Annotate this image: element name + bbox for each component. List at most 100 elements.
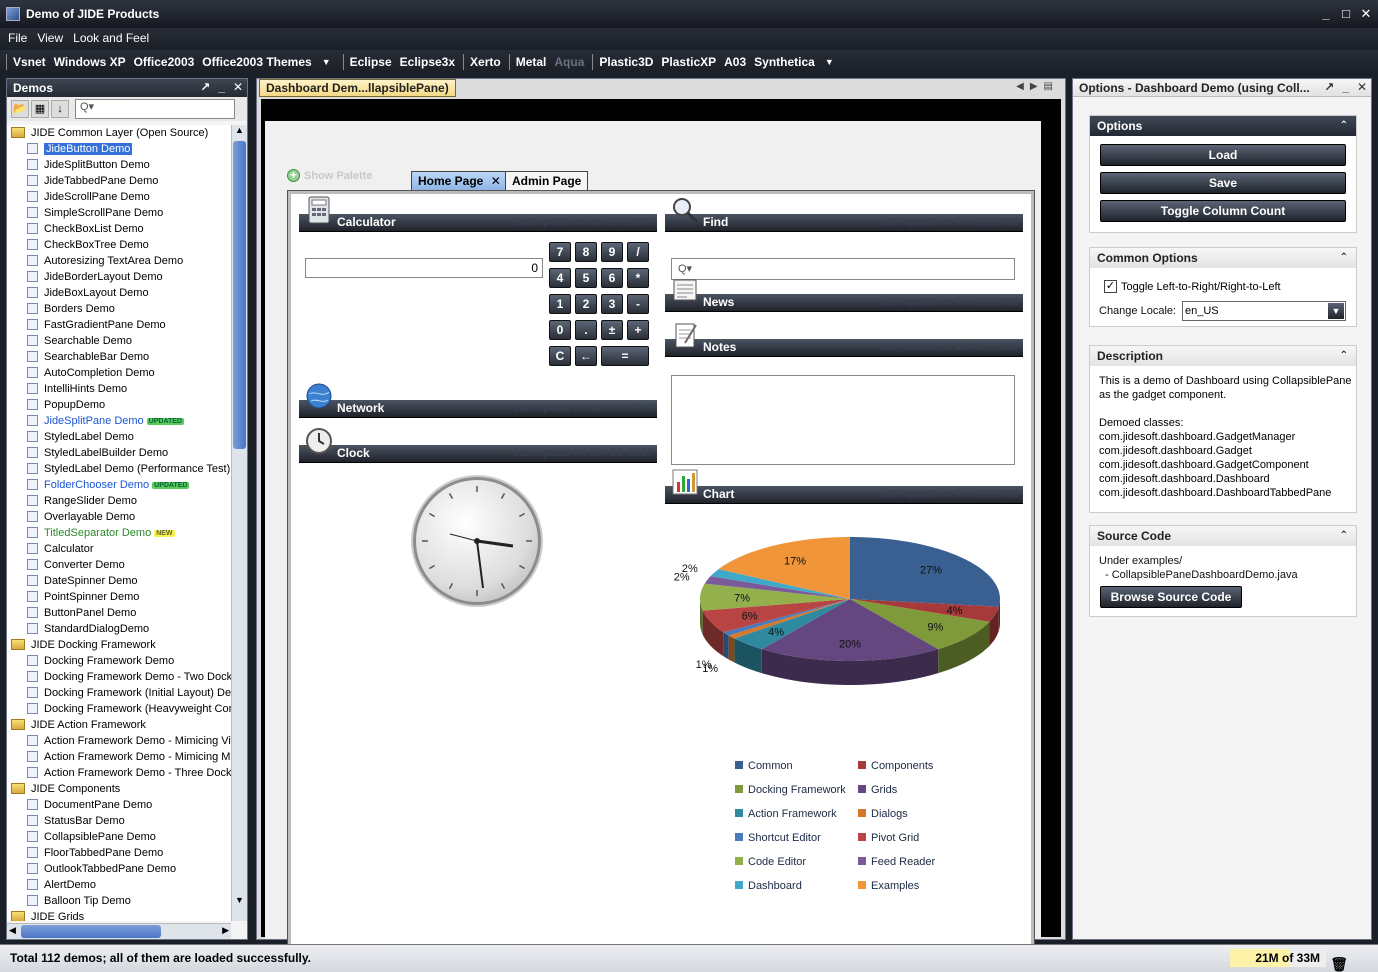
laf-synthetica[interactable]: Synthetica <box>754 55 815 69</box>
notes-header[interactable]: Notes Last update on Jun 16, 2008 <box>665 323 1023 357</box>
hscroll-thumb[interactable] <box>21 925 161 938</box>
tree-item[interactable]: CheckBoxTree Demo <box>7 237 231 253</box>
trash-icon[interactable]: 🗑 <box>1330 951 1348 972</box>
scroll-right-icon[interactable]: ▶ <box>222 925 229 936</box>
laf-eclipse[interactable]: Eclipse <box>350 55 392 69</box>
news-header[interactable]: News Last update on Jun 16, 2008 <box>665 279 1023 312</box>
demos-tree[interactable]: JIDE Common Layer (Open Source) JideButto… <box>7 125 231 921</box>
calculator-header[interactable]: Calculator Last update on Jun 16, 2008 <box>299 196 657 232</box>
toggle-column-count-button[interactable]: Toggle Column Count <box>1100 200 1346 222</box>
tree-item[interactable]: DateSpinner Demo <box>7 573 231 589</box>
tree-item[interactable]: RangeSlider Demo <box>7 493 231 509</box>
tree-item[interactable]: IntelliHints Demo <box>7 381 231 397</box>
tree-item[interactable]: PointSpinner Demo <box>7 589 231 605</box>
laf-vsnet[interactable]: Vsnet <box>13 55 46 69</box>
document-tab-nav[interactable]: ◀▶▤ <box>1016 81 1059 92</box>
checkbox-checked-icon[interactable]: ✓ <box>1104 280 1117 293</box>
tree-item[interactable]: Searchable Demo <box>7 333 231 349</box>
calculator-display[interactable]: 0 <box>305 258 543 278</box>
clock-header[interactable]: Clock Last update on Jun 16, 2008 <box>299 428 657 463</box>
calculator-key[interactable]: 8 <box>575 242 597 262</box>
calculator-key[interactable]: + <box>627 320 649 340</box>
tree-category[interactable]: JIDE Common Layer (Open Source) <box>7 125 231 141</box>
laf-a03[interactable]: A03 <box>724 55 746 69</box>
laf-metal[interactable]: Metal <box>516 55 547 69</box>
browse-source-code-button[interactable]: Browse Source Code <box>1100 586 1242 608</box>
tree-item[interactable]: Docking Framework (Initial Layout) Demo <box>7 685 231 701</box>
tree-item[interactable]: StatusBar Demo <box>7 813 231 829</box>
tree-item[interactable]: JideSplitButton Demo <box>7 157 231 173</box>
calculator-key[interactable]: - <box>627 294 649 314</box>
calculator-key[interactable]: 9 <box>601 242 623 262</box>
calculator-key[interactable]: 2 <box>575 294 597 314</box>
calculator-key[interactable]: 6 <box>601 268 623 288</box>
calculator-key[interactable]: ← <box>575 346 597 366</box>
locale-select[interactable]: en_US ▼ <box>1182 301 1346 321</box>
tree-item[interactable]: Overlayable Demo <box>7 509 231 525</box>
tab-home-page[interactable]: Home Page ✕ <box>411 171 508 191</box>
folder-icon[interactable]: 📂 <box>11 100 29 118</box>
tree-item[interactable]: JideBoxLayout Demo <box>7 285 231 301</box>
load-button[interactable]: Load <box>1100 144 1346 166</box>
laf-xerto[interactable]: Xerto <box>470 55 501 69</box>
description-header[interactable]: Description ⌃ <box>1090 346 1356 366</box>
minimize-button[interactable]: _ <box>1318 6 1334 21</box>
float-icon[interactable]: ↗ <box>1324 80 1334 94</box>
tree-category[interactable]: JIDE Grids <box>7 909 231 921</box>
chevron-down-icon[interactable]: ▼ <box>1328 303 1344 319</box>
laf-more-dropdown-icon[interactable]: ▼ <box>825 57 834 67</box>
tree-category[interactable]: JIDE Action Framework <box>7 717 231 733</box>
float-icon[interactable]: ↗ <box>200 80 210 94</box>
tree-item[interactable]: JideBorderLayout Demo <box>7 269 231 285</box>
memory-indicator[interactable]: 21M of 33M <box>1230 949 1326 967</box>
tree-item[interactable]: Balloon Tip Demo <box>7 893 231 909</box>
calculator-key[interactable]: C <box>549 346 571 366</box>
tree-item[interactable]: FloorTabbedPane Demo <box>7 845 231 861</box>
grid-view-icon[interactable]: ▦ <box>31 100 49 118</box>
laf-plasticxp[interactable]: PlasticXP <box>661 55 716 69</box>
tree-item[interactable]: StyledLabelBuilder Demo <box>7 445 231 461</box>
collapse-icon[interactable]: ⌃ <box>1340 116 1348 136</box>
tree-item[interactable]: TitledSeparator Demo NEW <box>7 525 231 541</box>
close-panel-icon[interactable]: ✕ <box>233 80 243 94</box>
tree-item[interactable]: Action Framework Demo - Mimicing Micro <box>7 749 231 765</box>
menu-look-and-feel[interactable]: Look and Feel <box>73 31 149 45</box>
collapse-icon[interactable]: ⌃ <box>1340 346 1348 366</box>
chart-header[interactable]: Chart Last update on Jun 16, 2008 <box>665 469 1023 504</box>
tree-item[interactable]: JideTabbedPane Demo <box>7 173 231 189</box>
tree-item[interactable]: JideButton Demo <box>7 141 231 157</box>
demos-search-input[interactable]: Q▾ <box>75 99 235 119</box>
tree-item[interactable]: Autoresizing TextArea Demo <box>7 253 231 269</box>
collapse-icon[interactable]: ⌃ <box>1340 248 1348 268</box>
tree-item[interactable]: Converter Demo <box>7 557 231 573</box>
tree-item[interactable]: JideScrollPane Demo <box>7 189 231 205</box>
tree-item[interactable]: FastGradientPane Demo <box>7 317 231 333</box>
laf-office2003[interactable]: Office2003 <box>134 55 195 69</box>
sort-az-icon[interactable]: ↓ <box>51 100 69 118</box>
tree-item[interactable]: FolderChooser Demo UPDATED <box>7 477 231 493</box>
scroll-thumb[interactable] <box>233 141 246 449</box>
find-search-input[interactable]: Q▾ <box>671 258 1015 280</box>
tree-item[interactable]: StyledLabel Demo <box>7 429 231 445</box>
calculator-key[interactable]: 1 <box>549 294 571 314</box>
find-header[interactable]: Find Last update on Jun 16, 2008 <box>665 198 1023 232</box>
tree-item[interactable]: CheckBoxList Demo <box>7 221 231 237</box>
tree-item[interactable]: Calculator <box>7 541 231 557</box>
tree-category[interactable]: JIDE Docking Framework <box>7 637 231 653</box>
scroll-up-icon[interactable]: ▲ <box>235 125 244 135</box>
menu-file[interactable]: File <box>8 31 27 45</box>
tree-item[interactable]: Docking Framework (Heavyweight Component… <box>7 701 231 717</box>
tree-item[interactable]: AutoCompletion Demo <box>7 365 231 381</box>
calculator-key[interactable]: 0 <box>549 320 571 340</box>
common-options-header[interactable]: Common Options ⌃ <box>1090 248 1356 268</box>
tree-vertical-scrollbar[interactable]: ▲ ▼ <box>231 125 247 921</box>
menu-view[interactable]: View <box>37 31 63 45</box>
tree-item[interactable]: Docking Framework Demo - Two Docking <box>7 669 231 685</box>
calculator-key[interactable]: . <box>575 320 597 340</box>
document-tab[interactable]: Dashboard Dem...llapsiblePane) <box>259 79 456 97</box>
tab-admin-page[interactable]: Admin Page <box>505 171 589 191</box>
minimize-panel-icon[interactable]: _ <box>218 80 225 94</box>
scroll-left-icon[interactable]: ◀ <box>9 925 16 936</box>
tree-horizontal-scrollbar[interactable]: ◀ ▶ <box>7 923 231 939</box>
tab-close-icon[interactable]: ✕ <box>491 174 501 188</box>
